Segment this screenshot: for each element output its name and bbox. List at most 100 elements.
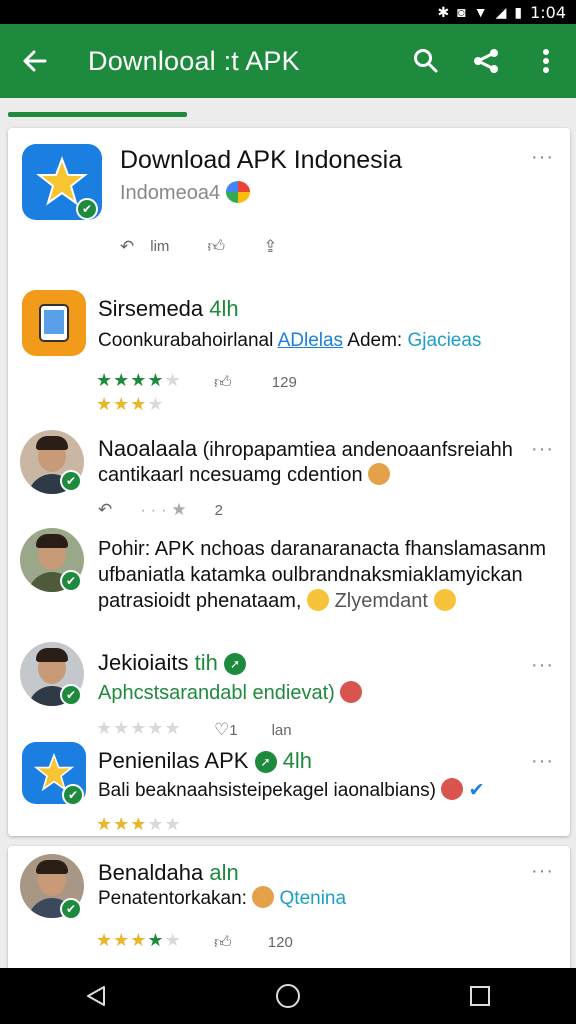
author-name: Pohir: APK bbox=[98, 538, 195, 560]
post-text-part: (ihropapamtiea andenoaanfsreiahh bbox=[202, 439, 513, 461]
nav-recents-button[interactable] bbox=[440, 968, 520, 1024]
post-tag[interactable]: Qtenina bbox=[280, 888, 347, 909]
search-button[interactable] bbox=[396, 24, 456, 98]
share-icon[interactable]: ⇪ bbox=[263, 237, 277, 257]
author-name: Sirsemeda bbox=[98, 296, 204, 321]
post-text-part: Zlyemdant bbox=[334, 590, 428, 612]
verified-badge-icon: ✔ bbox=[62, 784, 84, 806]
search-icon bbox=[414, 49, 438, 73]
post-author: Sirsemeda 4lh bbox=[98, 296, 239, 322]
rating-dots-icon: · · · ★ bbox=[140, 500, 187, 519]
verified-badge-icon: ✔ bbox=[60, 470, 82, 492]
share-icon bbox=[474, 49, 498, 73]
post-text-part: nchoas daranaranacta fhanslamasanm bbox=[200, 538, 547, 560]
post-text-part: Coonkurabahoirlanal bbox=[98, 330, 274, 351]
triangle-back-icon bbox=[87, 986, 105, 1006]
featured-app-row[interactable]: ✔ Download APK Indonesia Indomeoa4 ··· ↶… bbox=[8, 128, 570, 278]
post-text: Coonkurabahoirlanal ADlelas Adem: Gjacie… bbox=[98, 328, 481, 354]
post-text-line2: cantikaarl ncesuamg cdention bbox=[98, 462, 391, 488]
more-options-icon[interactable]: ··· bbox=[531, 146, 554, 169]
status-time: 1:04 bbox=[530, 2, 566, 22]
like-action[interactable]: ♡1 bbox=[214, 720, 238, 740]
post-text: Penatentorkakan: Qtenina bbox=[98, 886, 346, 912]
more-options-icon[interactable]: ··· bbox=[531, 654, 554, 677]
rating-stars: ★★★★★ bbox=[96, 814, 182, 834]
more-options-icon[interactable]: ··· bbox=[531, 860, 554, 883]
author-name: Jekioiaits bbox=[98, 650, 189, 675]
author-name: Penienilas APK bbox=[98, 748, 249, 773]
post-time: tih bbox=[194, 650, 218, 675]
feed-card: ✔ Benaldaha aln Penatentorkakan: Qtenina… bbox=[8, 846, 570, 976]
emoji-icon bbox=[433, 589, 456, 611]
author-name: Naoalaala bbox=[98, 436, 198, 461]
verified-check-icon: ➚ bbox=[223, 653, 246, 675]
list-item[interactable]: ✔ Naoalaala (ihropapamtiea andenoaanfsre… bbox=[8, 424, 570, 524]
feed-card: ✔ Download APK Indonesia Indomeoa4 ··· ↶… bbox=[8, 128, 570, 836]
phone-icon bbox=[39, 304, 69, 342]
like-icon[interactable]: 👍︎ bbox=[214, 372, 232, 393]
page-title: Downlooal :t APK bbox=[88, 45, 300, 76]
post-text-line2: ufbaniatla katamka oulbrandnaksmiaklamyi… bbox=[98, 564, 523, 586]
comment-count: lan bbox=[271, 721, 292, 739]
post-actions: 👍︎ 120 bbox=[214, 932, 293, 953]
like-icon[interactable]: 👍︎ bbox=[207, 236, 225, 257]
rating-green: ★★★★ bbox=[96, 370, 165, 390]
post-time: aln bbox=[209, 860, 239, 885]
post-text-part: Adem: bbox=[347, 330, 403, 351]
emoji-icon bbox=[441, 778, 464, 800]
featured-subtitle: Indomeoa4 bbox=[120, 180, 250, 206]
post-text-part: patrasioidt phenataam, bbox=[98, 590, 302, 612]
system-nav-bar bbox=[0, 968, 576, 1024]
heart-icon: ♡ bbox=[214, 720, 230, 739]
post-tag[interactable]: Gjacieas bbox=[408, 330, 482, 351]
list-item[interactable]: ✔ Pohir: APK nchoas daranaranacta fhansl… bbox=[8, 526, 570, 626]
emoji-icon bbox=[307, 589, 330, 611]
nav-back-button[interactable] bbox=[56, 968, 136, 1024]
list-item[interactable]: ✔ Benaldaha aln Penatentorkakan: Qtenina… bbox=[8, 846, 570, 976]
author-name: Benaldaha bbox=[98, 860, 204, 885]
bluetooth-icon: ✱ bbox=[437, 4, 450, 20]
loading-progress-bar bbox=[8, 112, 187, 117]
post-text: Aphcstsarandabl endievat) bbox=[98, 680, 363, 706]
reply-icon[interactable]: ↶ bbox=[120, 237, 134, 257]
post-author: Benaldaha aln bbox=[98, 860, 239, 886]
rating-empty: ★★★★★ bbox=[96, 718, 182, 738]
reply-count: 2 bbox=[214, 501, 223, 519]
circle-home-icon bbox=[276, 984, 300, 1008]
share-button[interactable] bbox=[456, 24, 516, 98]
post-link[interactable]: ADlelas bbox=[278, 330, 343, 351]
post-time: 4lh bbox=[209, 296, 239, 321]
post-text-part: cantikaarl ncesuamg cdention bbox=[98, 464, 363, 486]
featured-actions: ↶ lim 👍︎ ⇪ bbox=[120, 236, 277, 257]
check-icon: ✔ bbox=[468, 780, 485, 801]
nav-home-button[interactable] bbox=[248, 968, 328, 1024]
post-text-line3: patrasioidt phenataam, Zlyemdant bbox=[98, 588, 456, 614]
post-text-part: Penatentorkakan: bbox=[98, 888, 247, 909]
back-button[interactable] bbox=[0, 24, 70, 98]
post-text-part: Aphcstsarandabl endievat) bbox=[98, 682, 335, 704]
app-icon: ✔ bbox=[22, 742, 86, 806]
more-options-icon[interactable]: ··· bbox=[531, 750, 554, 773]
more-options-icon[interactable]: ··· bbox=[531, 438, 554, 461]
reply-count: lim bbox=[150, 238, 170, 255]
rating-gold: ★★★ bbox=[96, 394, 148, 414]
post-actions: ♡1 lan bbox=[214, 720, 292, 740]
list-item[interactable]: ✔ Jekioiaits tih ➚ Aphcstsarandabl endie… bbox=[8, 638, 570, 748]
phone-app-icon bbox=[22, 290, 86, 356]
list-item[interactable]: Sirsemeda 4lh Coonkurabahoirlanal ADlela… bbox=[8, 284, 570, 414]
reply-icon[interactable]: ↶ bbox=[98, 500, 112, 520]
verified-badge-icon: ✔ bbox=[60, 898, 82, 920]
emoji-icon bbox=[368, 463, 391, 485]
verified-badge-icon: ✔ bbox=[76, 198, 98, 220]
post-text-part: Bali beaknaahsisteipekagel iaonalbians) bbox=[98, 780, 437, 801]
post-author: Jekioiaits tih ➚ bbox=[98, 650, 246, 677]
overflow-menu-button[interactable] bbox=[516, 24, 576, 98]
post-text: Bali beaknaahsisteipekagel iaonalbians) … bbox=[98, 778, 485, 804]
like-icon[interactable]: 👍︎ bbox=[214, 932, 232, 953]
featured-title: Download APK Indonesia bbox=[120, 146, 403, 174]
list-item[interactable]: ✔ Penienilas APK ➚ 4lh Bali beaknaahsist… bbox=[8, 738, 570, 838]
emoji-icon bbox=[340, 681, 363, 703]
square-recents-icon bbox=[470, 986, 490, 1006]
status-bar: ✱ ◙ ▼ ◢ ▮ 1:04 bbox=[0, 0, 576, 24]
verified-badge-icon: ✔ bbox=[60, 570, 82, 592]
